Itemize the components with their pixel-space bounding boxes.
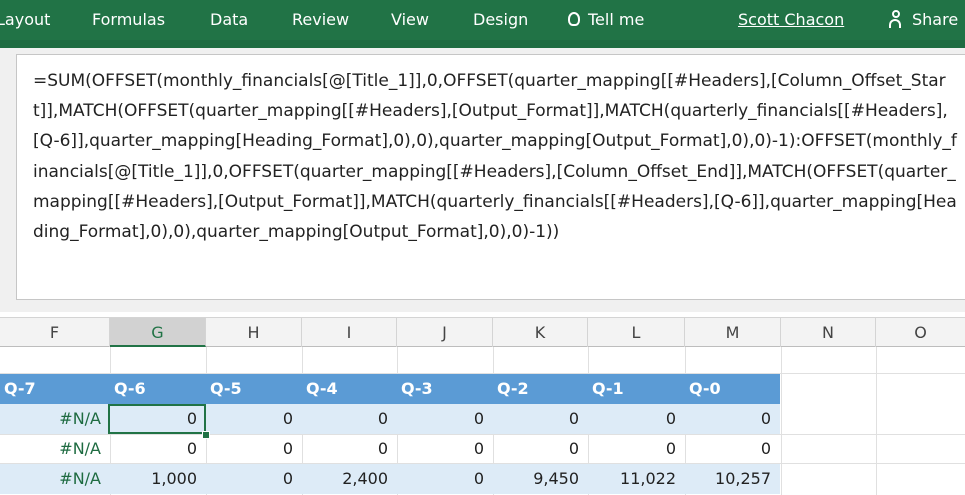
table-cell[interactable]: 0 (302, 434, 397, 464)
formula-text[interactable]: =SUM(OFFSET(monthly_financials[@[Title_1… (33, 66, 958, 247)
table-cell[interactable]: 1,000 (110, 464, 206, 494)
column-headers: F G H I J K L M N O (0, 317, 965, 347)
table-cell[interactable]: 0 (206, 464, 302, 494)
table-cell[interactable]: 0 (588, 434, 685, 464)
table-cell[interactable]: 0 (110, 434, 206, 464)
table-header-q-2[interactable]: Q-2 (493, 374, 588, 404)
table-header-q-7[interactable]: Q-7 (0, 374, 110, 404)
tell-me-label: Tell me (588, 10, 645, 29)
table-cell[interactable]: 0 (493, 434, 588, 464)
table-cell[interactable]: 0 (206, 404, 302, 434)
fill-handle[interactable] (202, 431, 210, 439)
table-header-q-0[interactable]: Q-0 (685, 374, 780, 404)
table-header-q-4[interactable]: Q-4 (302, 374, 397, 404)
active-cell-border (108, 404, 206, 434)
table-cell[interactable]: 2,400 (302, 464, 397, 494)
lightbulb-icon (568, 12, 580, 26)
table-cell[interactable]: 11,022 (588, 464, 685, 494)
tab-data[interactable]: Data (210, 0, 248, 40)
table-cell[interactable]: 0 (397, 434, 493, 464)
table-cell[interactable]: 0 (493, 404, 588, 434)
table-header-q-1[interactable]: Q-1 (588, 374, 685, 404)
column-header-k[interactable]: K (493, 318, 588, 347)
table-cell[interactable]: 9,450 (493, 464, 588, 494)
tell-me-box[interactable]: Tell me (568, 0, 644, 40)
column-header-i[interactable]: I (302, 318, 397, 347)
ribbon-bottom-edge (0, 40, 965, 48)
column-header-m[interactable]: M (685, 318, 781, 347)
table-cell[interactable]: 0 (397, 404, 493, 434)
gridline (781, 347, 782, 495)
table-cell[interactable]: #N/A (0, 464, 110, 494)
ribbon: Layout Formulas Data Review View Design … (0, 0, 965, 48)
column-header-f[interactable]: F (0, 318, 110, 347)
tab-design[interactable]: Design (473, 0, 528, 40)
worksheet-grid[interactable]: Q-7 Q-6 Q-5 Q-4 Q-3 Q-2 Q-1 Q-0 #N/A 0 0… (0, 347, 965, 495)
table-cell[interactable]: 0 (588, 404, 685, 434)
table-header-q-6[interactable]: Q-6 (110, 374, 206, 404)
column-header-h[interactable]: H (206, 318, 302, 347)
table-cell[interactable]: 10,257 (685, 464, 780, 494)
table-header-q-5[interactable]: Q-5 (206, 374, 302, 404)
table-cell[interactable]: 0 (206, 434, 302, 464)
formula-bar[interactable]: =SUM(OFFSET(monthly_financials[@[Title_1… (16, 54, 965, 300)
tab-view[interactable]: View (391, 0, 429, 40)
table-row: #N/A 0 0 0 0 0 0 0 (0, 434, 780, 464)
column-header-j[interactable]: J (397, 318, 493, 347)
tab-formulas[interactable]: Formulas (92, 0, 165, 40)
column-header-n[interactable]: N (781, 318, 876, 347)
tab-page-layout[interactable]: Layout (0, 0, 50, 40)
table-cell[interactable]: #N/A (0, 404, 110, 434)
column-header-g[interactable]: G (110, 318, 206, 347)
table-cell[interactable]: 0 (685, 434, 780, 464)
column-header-o[interactable]: O (876, 318, 965, 347)
table-row: #N/A 1,000 0 2,400 0 9,450 11,022 10,257 (0, 464, 780, 494)
table-header-q-3[interactable]: Q-3 (397, 374, 493, 404)
column-header-l[interactable]: L (588, 318, 685, 347)
tab-review[interactable]: Review (292, 0, 349, 40)
table-cell[interactable]: 0 (302, 404, 397, 434)
share-button[interactable]: Share (888, 0, 958, 40)
share-label: Share (912, 10, 959, 29)
table-cell[interactable]: 0 (685, 404, 780, 434)
table-cell[interactable]: #N/A (0, 434, 110, 464)
user-name-link[interactable]: Scott Chacon (738, 0, 844, 40)
table-header-row: Q-7 Q-6 Q-5 Q-4 Q-3 Q-2 Q-1 Q-0 (0, 374, 780, 404)
table-cell[interactable]: 0 (397, 464, 493, 494)
gridline (876, 347, 877, 495)
person-add-icon (888, 10, 904, 28)
